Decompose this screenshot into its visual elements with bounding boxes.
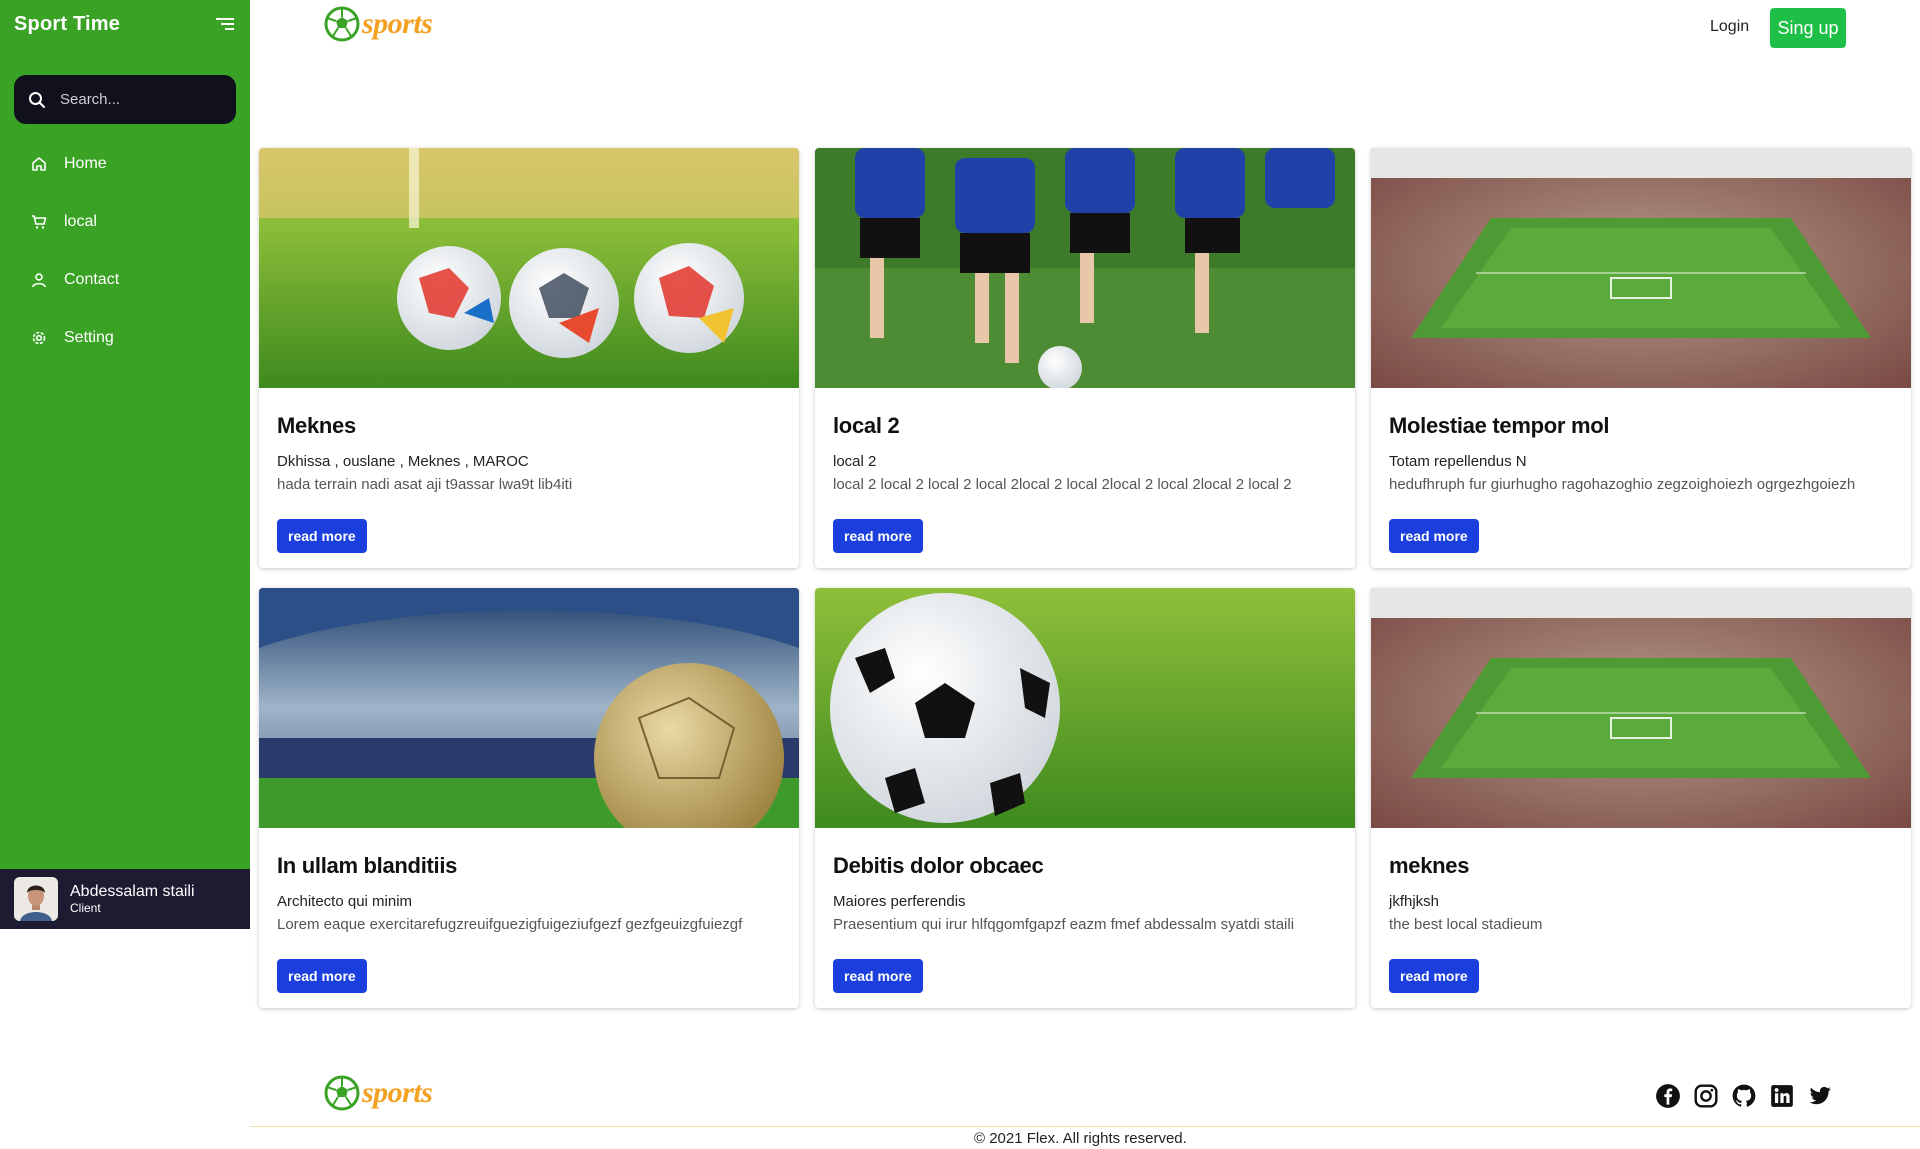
- venue-card: local 2 local 2 local 2 local 2 local 2 …: [815, 148, 1355, 568]
- sidebar-item-label: Contact: [64, 271, 120, 288]
- venue-card: Meknes Dkhissa , ouslane , Meknes , MARO…: [259, 148, 799, 568]
- card-subtitle: Totam repellendus N: [1389, 453, 1527, 470]
- logo-text: sports: [362, 7, 433, 40]
- card-image: [815, 148, 1355, 390]
- twitter-icon[interactable]: [1807, 1083, 1833, 1109]
- card-title: local 2: [833, 413, 900, 438]
- user-icon: [30, 271, 48, 289]
- sidebar: Sport Time Home local: [0, 0, 250, 929]
- sidebar-item-local[interactable]: local: [0, 193, 250, 251]
- home-icon: [30, 155, 48, 173]
- card-image: [815, 588, 1355, 828]
- card-subtitle: Dkhissa , ouslane , Meknes , MAROC: [277, 453, 529, 470]
- card-subtitle: Architecto qui minim: [277, 893, 413, 910]
- card-title: Meknes: [277, 413, 356, 438]
- logo-text: sports: [362, 1076, 433, 1109]
- card-title: In ullam blanditiis: [277, 853, 458, 878]
- search-input[interactable]: [60, 91, 220, 108]
- card-description: hada terrain nadi asat aji t9assar lwa9t…: [277, 476, 573, 493]
- gear-icon: [30, 329, 48, 347]
- card-description: Lorem eaque exercitarefugzreuifguezigfui…: [277, 916, 743, 933]
- card-image: [259, 588, 799, 853]
- sidebar-item-label: Home: [64, 155, 107, 172]
- user-role: Client: [70, 901, 101, 916]
- card-description: local 2 local 2 local 2 local 2local 2 l…: [833, 476, 1292, 493]
- card-title: Debitis dolor obcaec: [833, 853, 1044, 878]
- venue-card: In ullam blanditiis Architecto qui minim…: [259, 588, 799, 1008]
- footer-divider: [250, 1126, 1920, 1127]
- card-image: [1371, 588, 1911, 828]
- card-image: [1371, 148, 1911, 388]
- read-more-button[interactable]: read more: [1389, 959, 1479, 993]
- card-description: Praesentium qui irur hlfqgomfgapzf eazm …: [833, 916, 1295, 933]
- search-box: [14, 75, 236, 124]
- facebook-icon[interactable]: [1655, 1083, 1681, 1109]
- avatar: [14, 877, 58, 921]
- read-more-button[interactable]: read more: [277, 959, 367, 993]
- sidebar-item-home[interactable]: Home: [0, 135, 250, 193]
- sidebar-item-label: Setting: [64, 329, 114, 346]
- card-image: [259, 148, 799, 388]
- read-more-button[interactable]: read more: [833, 959, 923, 993]
- read-more-button[interactable]: read more: [1389, 519, 1479, 553]
- sidebar-nav: Home local Contact Setting: [0, 135, 250, 367]
- venue-card: meknes jkfhjksh the best local stadieum …: [1371, 588, 1911, 1008]
- card-title: meknes: [1389, 853, 1470, 878]
- card-description: the best local stadieum: [1389, 916, 1543, 933]
- user-name: Abdessalam staili: [70, 883, 195, 901]
- user-profile[interactable]: Abdessalam staili Client: [0, 869, 250, 929]
- venue-card: Molestiae tempor mol Totam repellendus N…: [1371, 148, 1911, 568]
- login-link[interactable]: Login: [1710, 18, 1749, 36]
- header-logo[interactable]: sports: [324, 6, 433, 42]
- sidebar-item-contact[interactable]: Contact: [0, 251, 250, 309]
- card-title: Molestiae tempor mol: [1389, 413, 1610, 438]
- card-description: hedufhruph fur giurhugho ragohazoghio ze…: [1389, 476, 1856, 493]
- footer-logo[interactable]: sports: [324, 1075, 433, 1111]
- github-icon[interactable]: [1731, 1083, 1757, 1109]
- sidebar-item-label: local: [64, 213, 97, 230]
- copyright-text: © 2021 Flex. All rights reserved.: [974, 1130, 1187, 1147]
- card-subtitle: Maiores perferendis: [833, 893, 966, 910]
- read-more-button[interactable]: read more: [833, 519, 923, 553]
- social-links: [1655, 1083, 1833, 1109]
- cart-icon: [30, 213, 48, 231]
- card-subtitle: local 2: [833, 453, 877, 470]
- sidebar-item-setting[interactable]: Setting: [0, 309, 250, 367]
- menu-toggle-icon[interactable]: [216, 17, 234, 31]
- instagram-icon[interactable]: [1693, 1083, 1719, 1109]
- soccer-ball-logo-icon: [324, 1075, 360, 1111]
- read-more-button[interactable]: read more: [277, 519, 367, 553]
- venue-card: Debitis dolor obcaec Maiores perferendis…: [815, 588, 1355, 1008]
- sidebar-header: Sport Time: [0, 0, 250, 48]
- card-subtitle: jkfhjksh: [1389, 893, 1440, 910]
- soccer-ball-logo-icon: [324, 6, 360, 42]
- signup-button[interactable]: Sing up: [1770, 8, 1846, 48]
- linkedin-icon[interactable]: [1769, 1083, 1795, 1109]
- app-title: Sport Time: [14, 12, 121, 35]
- search-icon[interactable]: [28, 91, 46, 109]
